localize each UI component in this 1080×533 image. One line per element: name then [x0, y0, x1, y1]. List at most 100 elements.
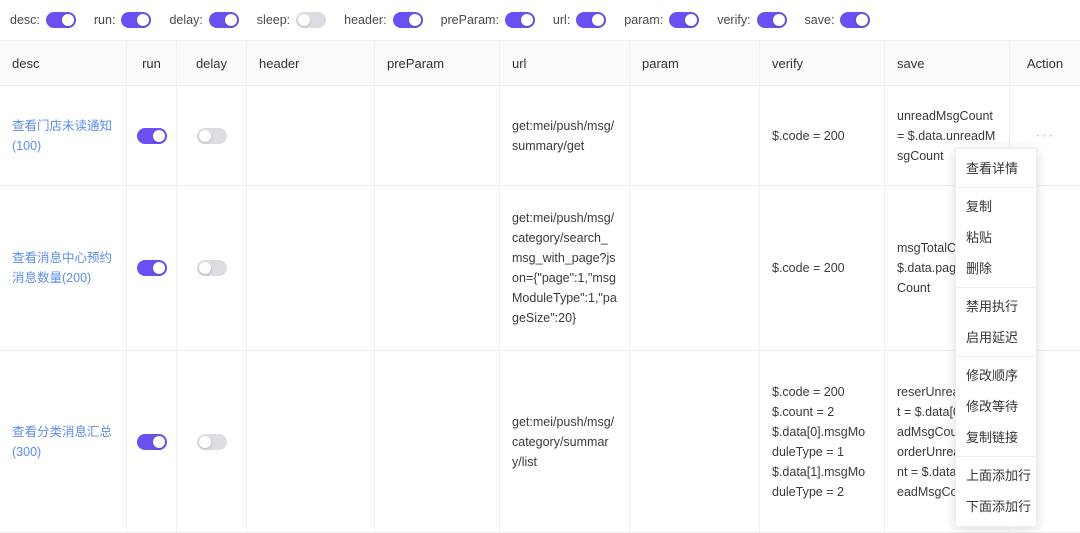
column-header-run: run [127, 40, 177, 86]
menu-item-下面添加行[interactable]: 下面添加行 [956, 491, 1036, 522]
toolbar-toggle-desc[interactable]: desc: [10, 12, 76, 28]
menu-item-复制链接[interactable]: 复制链接 [956, 422, 1036, 453]
cell-verify: $.code = 200 $.count = 2 $.data[0].msgMo… [760, 351, 885, 532]
cell-preparam [375, 351, 500, 532]
delay-toggle[interactable] [196, 127, 227, 144]
toggle-switch[interactable] [208, 12, 239, 28]
menu-item-上面添加行[interactable]: 上面添加行 [956, 460, 1036, 491]
cell-verify-text: $.code = 200 $.count = 2 $.data[0].msgMo… [772, 384, 866, 499]
run-toggle[interactable] [136, 433, 167, 450]
toggle-switch[interactable] [504, 12, 535, 28]
cell-header [247, 186, 375, 350]
cell-verify-text: $.code = 200 [772, 128, 845, 143]
toggle-switch[interactable] [45, 12, 76, 28]
cell-run [127, 186, 177, 350]
toolbar-toggle-sleep[interactable]: sleep: [256, 12, 327, 28]
toggle-knob [592, 14, 605, 26]
toolbar-toggle-header[interactable]: header: [344, 12, 423, 28]
cell-url: get:mei/push/msg/category/search_msg_wit… [500, 186, 630, 350]
cell-header [247, 86, 375, 185]
requests-table: desc run delay header preParam url param verify… [0, 40, 1080, 533]
toggle-switch[interactable] [756, 12, 787, 28]
delay-toggle[interactable] [196, 260, 227, 276]
toolbar-toggle-label: header: [344, 13, 387, 27]
cell-desc: 查看分类消息汇总(300) [0, 351, 127, 532]
toolbar-toggle-label: run: [93, 13, 116, 27]
toolbar-toggle-param[interactable]: param: [624, 12, 700, 28]
cell-verify-text: $.code = 200 [772, 261, 845, 275]
cell-desc: 查看门店未读通知(100) [0, 86, 127, 185]
menu-divider [956, 456, 1036, 457]
toolbar-toggle-delay[interactable]: delay: [169, 12, 239, 28]
cell-run [127, 86, 177, 185]
column-header-param: param [630, 40, 760, 86]
column-header-delay: delay [177, 40, 247, 86]
toggle-knob [61, 14, 74, 26]
toggle-knob [152, 435, 165, 448]
toolbar-toggle-run[interactable]: run: [94, 12, 152, 28]
toolbar-toggle-preparam[interactable]: preParam: [441, 12, 535, 28]
delay-toggle[interactable] [196, 433, 227, 450]
column-header-preparam: preParam [375, 40, 500, 86]
cell-verify: $.code = 200 [760, 186, 885, 350]
toolbar-toggle-save[interactable]: save: [805, 12, 871, 28]
cell-param [630, 86, 760, 185]
menu-item-删除[interactable]: 删除 [956, 253, 1036, 284]
cell-desc: 查看消息中心预约消息数量(200) [0, 186, 127, 350]
menu-item-禁用执行[interactable]: 禁用执行 [956, 291, 1036, 322]
cell-verify: $.code = 200 [760, 86, 885, 185]
table-header-row: desc run delay header preParam url param verify… [0, 40, 1080, 86]
menu-item-查看详情[interactable]: 查看详情 [956, 153, 1036, 184]
toolbar-toggle-label: param: [624, 13, 664, 27]
row-actions-more-icon[interactable]: ··· [1036, 127, 1055, 143]
cell-delay [177, 351, 247, 532]
toggle-switch[interactable] [669, 12, 700, 28]
menu-item-修改顺序[interactable]: 修改顺序 [956, 360, 1036, 391]
cell-param [630, 351, 760, 532]
cell-delay [177, 186, 247, 350]
desc-link[interactable]: 查看分类消息汇总(300) [12, 422, 114, 462]
column-header-verify: verify [760, 40, 885, 86]
menu-item-启用延迟[interactable]: 启用延迟 [956, 322, 1036, 353]
menu-divider [956, 356, 1036, 357]
toggle-knob [198, 262, 211, 274]
toolbar-toggle-label: url: [552, 13, 571, 27]
toolbar-toggle-label: preParam: [440, 13, 499, 27]
menu-item-粘贴[interactable]: 粘贴 [956, 222, 1036, 253]
cell-url-text: get:mei/push/msg/category/summary/list [512, 414, 615, 469]
toggle-knob [137, 14, 150, 26]
menu-item-复制[interactable]: 复制 [956, 191, 1036, 222]
toggle-knob [152, 262, 165, 274]
toggle-switch[interactable] [576, 12, 607, 28]
cell-header [247, 351, 375, 532]
toggle-switch[interactable] [392, 12, 423, 28]
run-toggle[interactable] [136, 260, 167, 276]
toolbar-toggle-label: delay: [169, 13, 203, 27]
toolbar-toggle-label: save: [804, 13, 835, 27]
cell-preparam [375, 186, 500, 350]
table-row[interactable]: 查看门店未读通知(100) get:mei/push/msg/summary/ge… [0, 86, 1080, 186]
run-toggle[interactable] [136, 127, 167, 144]
toggle-switch[interactable] [840, 12, 871, 28]
menu-divider [956, 187, 1036, 188]
toolbar-toggle-verify[interactable]: verify: [717, 12, 787, 28]
toggle-knob [198, 435, 211, 448]
table-row[interactable]: 查看分类消息汇总(300) get:mei/push/msg/category/s… [0, 351, 1080, 533]
toolbar-toggle-label: sleep: [256, 13, 291, 27]
table-row[interactable]: 查看消息中心预约消息数量(200) get:mei/push/msg/catego… [0, 186, 1080, 351]
row-context-menu[interactable]: 查看详情复制 粘贴 删除禁用执行 启用延迟修改顺序 修改等待 复制链接上面添加行 下面添加行 [955, 148, 1037, 527]
toggle-switch[interactable] [121, 12, 152, 28]
toggle-knob [520, 14, 533, 26]
desc-link[interactable]: 查看门店未读通知(100) [12, 116, 114, 156]
cell-param [630, 186, 760, 350]
menu-item-修改等待[interactable]: 修改等待 [956, 391, 1036, 422]
toggle-knob [408, 14, 421, 26]
column-header-desc: desc [0, 40, 127, 86]
toggle-switch[interactable] [296, 12, 327, 28]
cell-preparam [375, 86, 500, 185]
cell-url: get:mei/push/msg/summary/get [500, 86, 630, 185]
toggle-knob [685, 14, 698, 26]
desc-link[interactable]: 查看消息中心预约消息数量(200) [12, 248, 114, 288]
toolbar-toggle-url[interactable]: url: [552, 12, 607, 28]
toggle-knob [856, 14, 869, 26]
